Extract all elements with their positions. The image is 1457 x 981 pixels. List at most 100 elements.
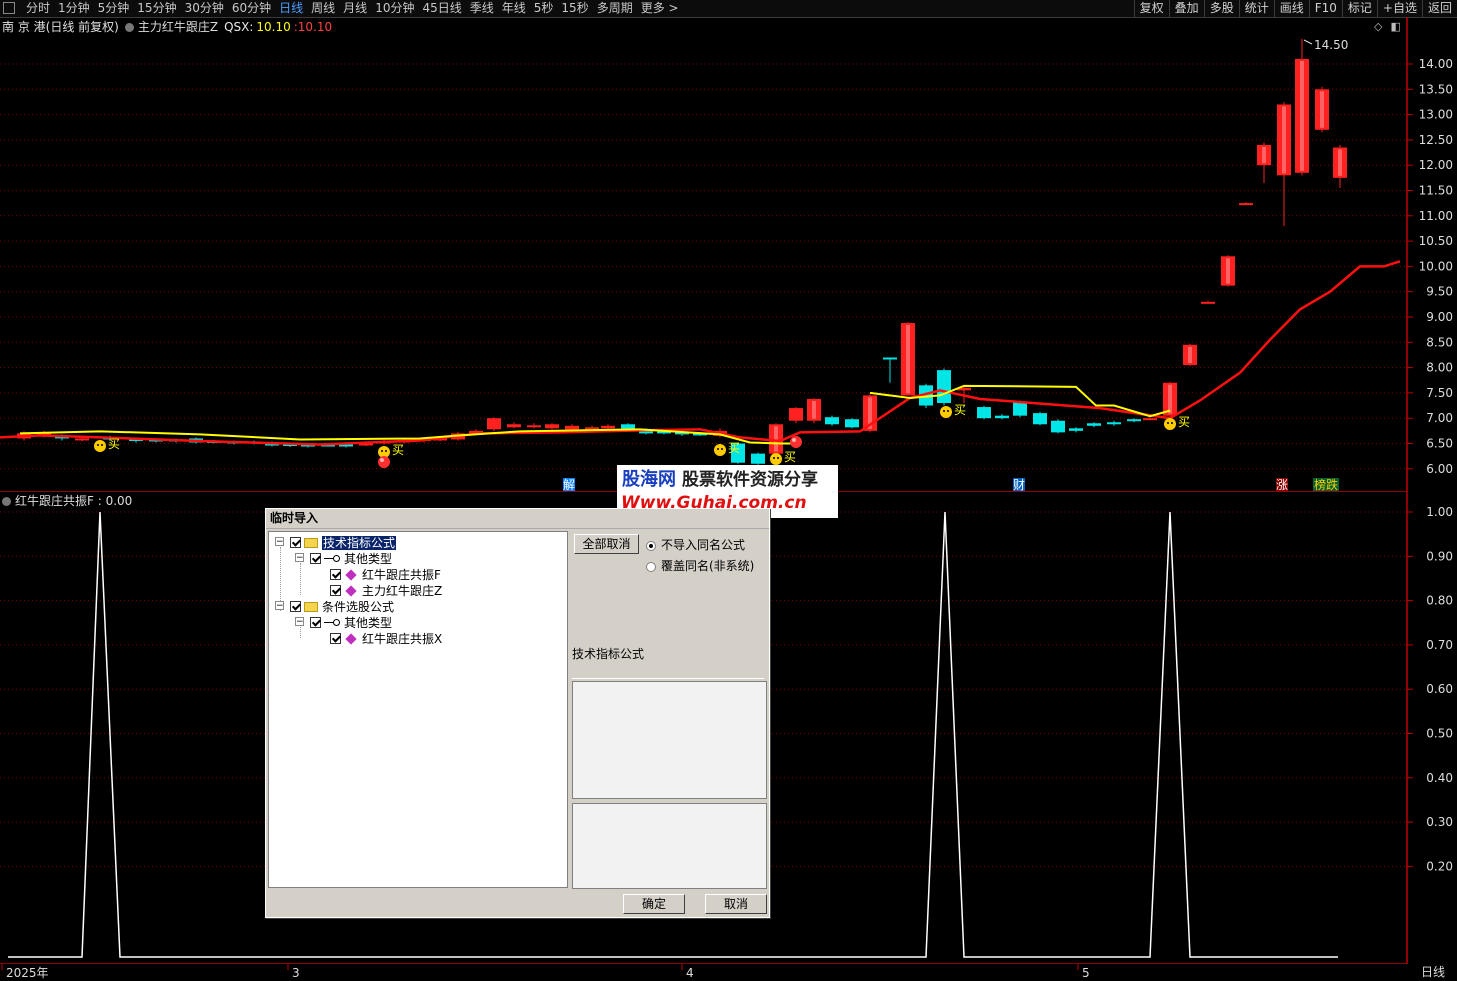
item-checkbox[interactable]: [330, 585, 341, 596]
time-label: 4: [686, 966, 694, 980]
event-marker: 涨: [1276, 477, 1288, 492]
smiley-eye: [97, 444, 99, 446]
buy-label: 买: [108, 437, 120, 451]
formula-type-label: 技术指标公式: [572, 646, 764, 679]
import-dialog: 临时导入 − 技术指标公式 − 其他类型 红牛跟庄共振F 主力红牛跟庄Z − 条…: [265, 508, 770, 918]
collapse-toggle[interactable]: −: [275, 537, 284, 547]
candle-body: [507, 424, 521, 428]
candle-body: [883, 357, 897, 360]
other-type-checkbox[interactable]: [310, 617, 321, 628]
tree-label-condition: 条件选股公式: [322, 599, 395, 614]
price-label: 7.50: [1426, 386, 1453, 400]
tree-node-other-1[interactable]: − 其他类型: [295, 550, 392, 566]
tree-item-resonance-x[interactable]: 红牛跟庄共振X: [330, 630, 442, 646]
candle-highlight: [774, 426, 778, 452]
key-icon: [324, 554, 340, 564]
item-checkbox[interactable]: [330, 569, 341, 580]
candle-highlight: [1300, 60, 1304, 171]
formula-icon: [345, 584, 357, 597]
radio-label: 不导入同名公式: [661, 538, 746, 552]
dialog-title[interactable]: 临时导入: [266, 509, 769, 529]
tree-item-resonance-f[interactable]: 红牛跟庄共振F: [330, 566, 441, 582]
smiley-eye: [773, 457, 775, 459]
price-label: 14.00: [1419, 57, 1453, 71]
radio-dot[interactable]: [646, 540, 656, 551]
candlestick-chart: 14.00 13.50 13.00 12.50 12.00 11.50 11.00 10.50…: [0, 17, 1453, 492]
candle-highlight: [1262, 146, 1266, 164]
price-label: 12.50: [1419, 133, 1453, 147]
period-indicator[interactable]: 日线: [1409, 964, 1457, 981]
other-type-checkbox[interactable]: [310, 553, 321, 564]
candle-highlight: [1320, 91, 1324, 128]
technical-checkbox[interactable]: [290, 537, 301, 548]
smiley-eye: [777, 457, 779, 459]
tree-node-other-2[interactable]: − 其他类型: [295, 614, 392, 630]
candle-highlight: [1338, 149, 1342, 176]
formula-icon: [345, 568, 357, 581]
sell-ball-shine: [380, 458, 384, 462]
folder-icon: [304, 601, 318, 612]
tree-label-other: 其他类型: [344, 551, 393, 566]
high-marker: 14.50: [1303, 38, 1348, 52]
smiley-eye: [101, 444, 103, 446]
candle-body: [1013, 402, 1027, 416]
price-label: 12.00: [1419, 158, 1453, 172]
watermark-brand: 股海网: [622, 469, 676, 490]
tree-label-other: 其他类型: [344, 615, 393, 630]
buy-label: 买: [392, 443, 404, 457]
candle-highlight: [906, 325, 910, 394]
folder-icon: [304, 537, 318, 548]
candle-highlight: [1282, 106, 1286, 174]
condition-checkbox[interactable]: [290, 601, 301, 612]
price-label: 11.00: [1419, 209, 1453, 223]
buy-signals: 买买买买买买14.50: [94, 38, 1348, 468]
candle-body: [1087, 423, 1101, 426]
cancel-all-button[interactable]: 全部取消: [574, 534, 639, 554]
tree-label-item: 红牛跟庄共振X: [362, 631, 443, 646]
indicator-label: 0.90: [1426, 549, 1453, 563]
smiley-eye: [947, 410, 949, 412]
candle-body: [75, 438, 89, 441]
candle-body: [1201, 301, 1215, 304]
buy-label: 买: [784, 450, 796, 464]
smiley-eye: [385, 450, 387, 452]
high-pointer: [1303, 39, 1313, 45]
collapse-toggle[interactable]: −: [275, 601, 284, 611]
cancel-button[interactable]: 取消: [705, 894, 767, 914]
tree-label-technical: 技术指标公式: [322, 535, 397, 550]
indicator-label: 0.60: [1426, 682, 1453, 696]
description-box: [572, 681, 767, 799]
price-label: 7.00: [1426, 411, 1453, 425]
skip-duplicate-radio[interactable]: 不导入同名公式: [646, 536, 745, 553]
detail-box: [572, 803, 767, 889]
candles: [17, 38, 1347, 465]
candle-body: [977, 407, 991, 419]
candle-body: [1143, 418, 1157, 421]
smiley-icon: [940, 406, 952, 418]
smiley-eye: [381, 450, 383, 452]
time-label: 5: [1082, 966, 1090, 980]
event-marker: 财: [1013, 478, 1025, 492]
collapse-toggle[interactable]: −: [295, 617, 304, 627]
tree-node-technical[interactable]: − 技术指标公式: [275, 534, 397, 550]
tree-label-item: 主力红牛跟庄Z: [362, 583, 443, 598]
item-checkbox[interactable]: [330, 633, 341, 644]
high-label: 14.50: [1314, 38, 1348, 52]
buy-label: 买: [1178, 415, 1190, 429]
smiley-eye: [721, 448, 723, 450]
sell-ball-shine: [792, 438, 796, 442]
price-label: 6.50: [1426, 437, 1453, 451]
candle-body: [937, 370, 951, 404]
ok-button[interactable]: 确定: [623, 894, 685, 914]
smiley-icon: [94, 440, 106, 452]
candle-body: [845, 419, 859, 428]
price-label: 9.50: [1426, 285, 1453, 299]
tree-node-condition[interactable]: − 条件选股公式: [275, 598, 394, 614]
indicator-label: 0.40: [1426, 771, 1453, 785]
overwrite-radio[interactable]: 覆盖同名(非系统): [646, 557, 754, 574]
tree-item-main-z[interactable]: 主力红牛跟庄Z: [330, 582, 442, 598]
candle-body: [995, 415, 1009, 419]
price-label: 10.50: [1419, 234, 1453, 248]
radio-dot[interactable]: [646, 561, 656, 572]
collapse-toggle[interactable]: −: [295, 553, 304, 563]
